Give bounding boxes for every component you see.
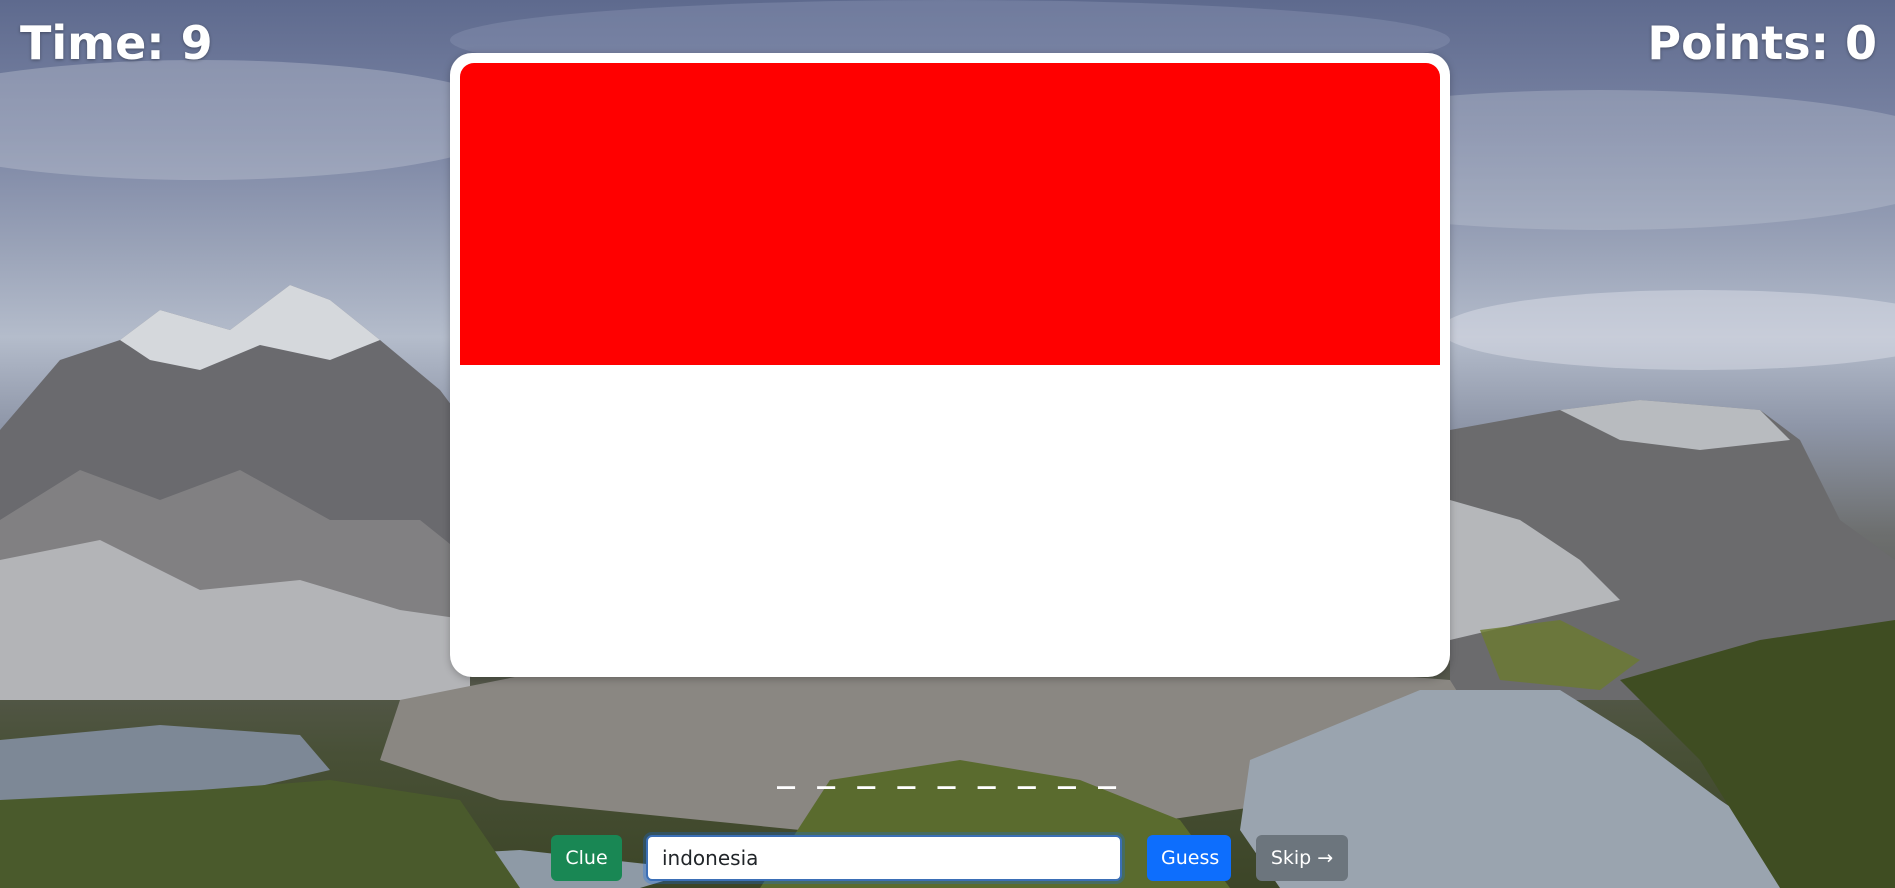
flag-band-white	[460, 365, 1440, 667]
time-counter: Time: 9	[20, 16, 213, 70]
flag-band-red	[460, 63, 1440, 365]
guess-controls: Clue Guess Skip →	[0, 835, 1895, 881]
guess-input[interactable]	[646, 835, 1122, 881]
clue-button[interactable]: Clue	[551, 835, 622, 881]
guess-button[interactable]: Guess	[1147, 835, 1231, 881]
points-counter: Points: 0	[1647, 16, 1877, 70]
flag-card	[450, 53, 1450, 677]
answer-blanks: _ _ _ _ _ _ _ _ _	[776, 755, 1119, 790]
skip-button[interactable]: Skip →	[1256, 835, 1348, 881]
flag-image	[460, 63, 1440, 667]
